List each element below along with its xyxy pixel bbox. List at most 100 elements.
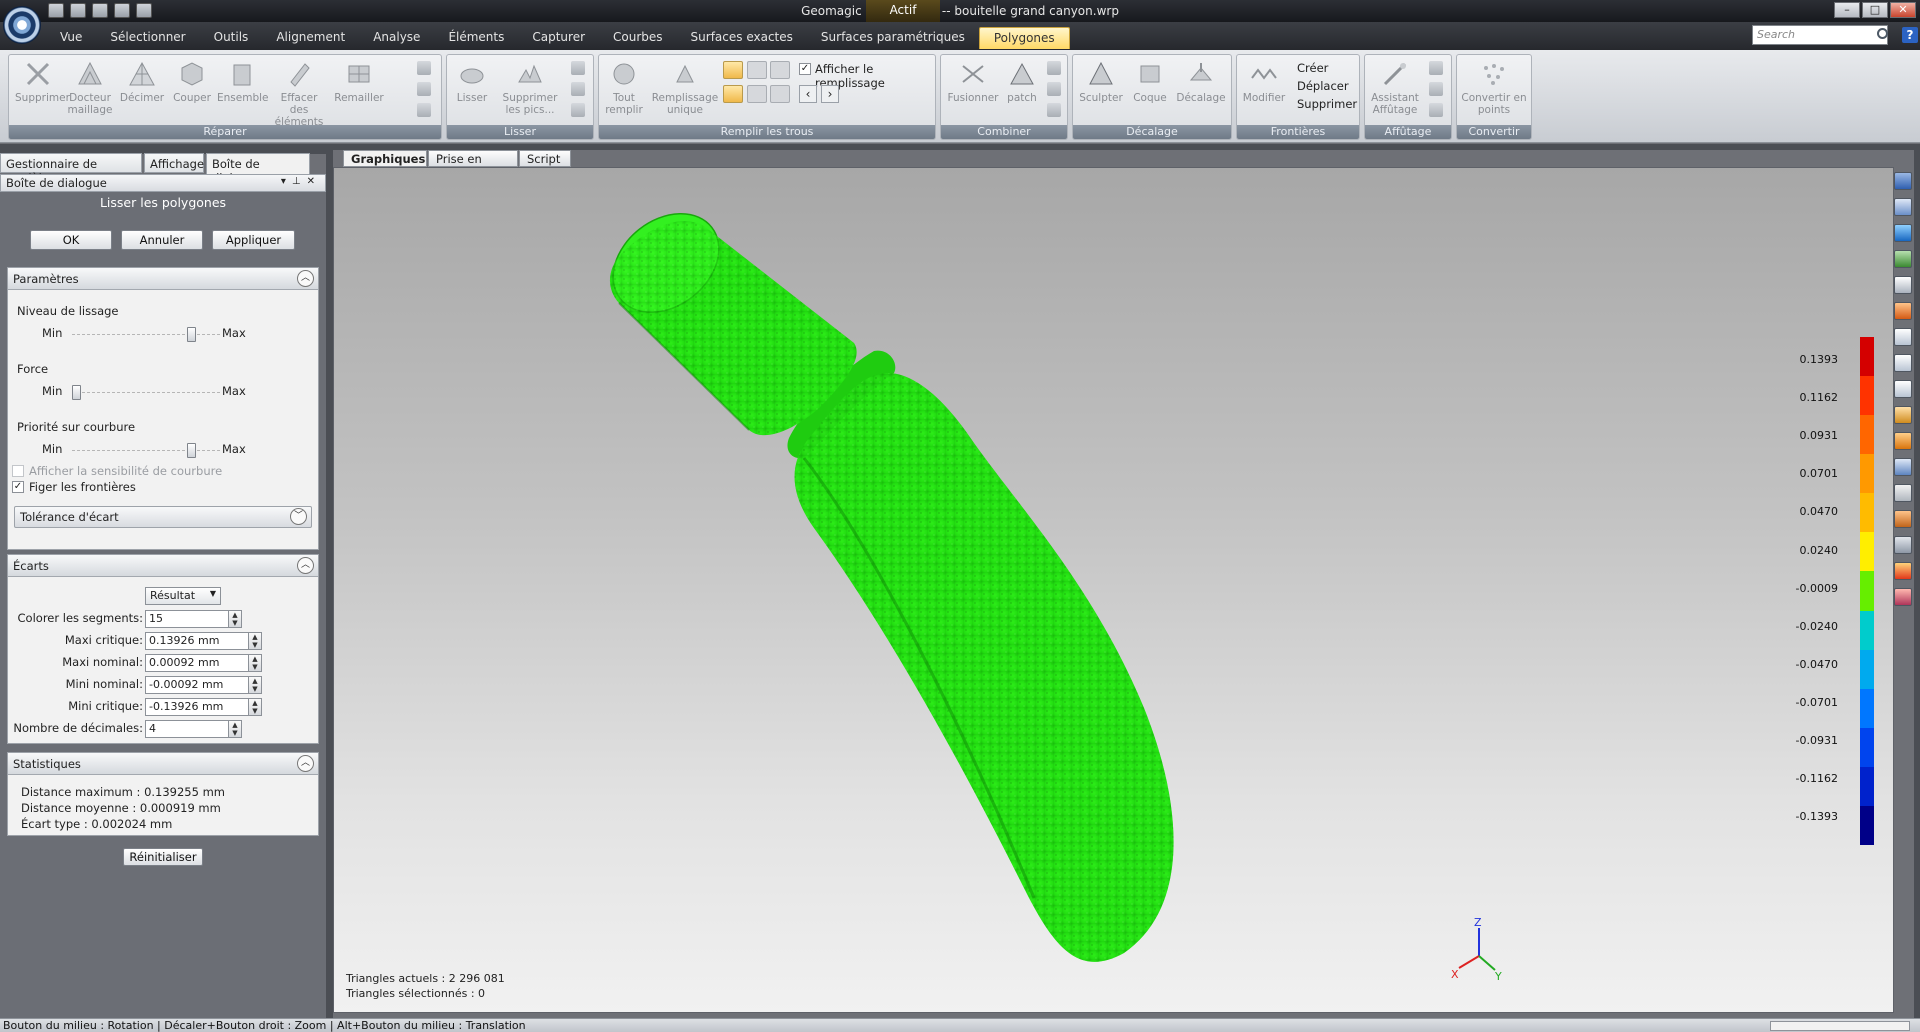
fill-complete-icon[interactable]: [723, 61, 743, 79]
supprimer-pics-button[interactable]: Supprimer les pics...: [495, 59, 565, 116]
tool-icon-10[interactable]: [1429, 61, 1443, 75]
fill-partial-icon[interactable]: [746, 61, 767, 79]
panel-splitter[interactable]: [326, 144, 333, 1018]
fusionner-button[interactable]: Fusionner: [945, 59, 1001, 104]
section-statistiques-header[interactable]: Statistiques ︿: [8, 753, 318, 775]
tab-elements[interactable]: Éléments: [434, 27, 518, 49]
help-icon[interactable]: ?: [1902, 27, 1918, 43]
tolerance-ecart-expander[interactable]: Tolérance d'écart ﹀: [14, 506, 312, 528]
tab-surfaces-parametriques[interactable]: Surfaces paramétriques: [807, 27, 979, 49]
tab-surfaces-exactes[interactable]: Surfaces exactes: [677, 27, 807, 49]
pin-icon[interactable]: ⊥: [292, 176, 307, 187]
decalage-button[interactable]: Décalage: [1175, 59, 1227, 104]
fill-bridge-icon[interactable]: [770, 61, 790, 79]
tool-icon-9[interactable]: [1047, 103, 1061, 117]
panel-menu-icon[interactable]: ▾: [281, 176, 292, 187]
lighting-icon[interactable]: [1894, 302, 1912, 320]
mini-nominal-spinner[interactable]: ▲ ▼: [248, 676, 262, 694]
ecarts-mode-select[interactable]: Résultat ▼: [145, 587, 221, 605]
close-button[interactable]: ✕: [1890, 2, 1916, 18]
palette-icon[interactable]: [1894, 588, 1912, 606]
maxi-critique-spinner[interactable]: ▲ ▼: [248, 632, 262, 650]
tout-remplir-button[interactable]: Tout remplir: [603, 59, 645, 116]
reinitialiser-button[interactable]: Réinitialiser: [123, 848, 203, 866]
tool-icon-6[interactable]: [571, 103, 585, 117]
fill-flat-icon[interactable]: [770, 85, 790, 103]
sensibilite-checkbox[interactable]: [12, 465, 24, 477]
view-cube-icon[interactable]: [1894, 172, 1912, 190]
layer-2-icon[interactable]: [1894, 536, 1912, 554]
bottle-model[interactable]: [334, 168, 1894, 1013]
remailler-button[interactable]: Remailler: [331, 59, 387, 104]
select-lasso-icon[interactable]: [1894, 354, 1912, 372]
tab-selectionner[interactable]: Sélectionner: [96, 27, 199, 49]
tab-outils[interactable]: Outils: [200, 27, 263, 49]
tab-analyse[interactable]: Analyse: [359, 27, 434, 49]
couper-button[interactable]: Couper: [169, 59, 215, 104]
prev-arrow-button[interactable]: ‹: [799, 85, 817, 103]
slider-thumb-priorite[interactable]: [187, 443, 197, 458]
tab-script[interactable]: Script: [519, 150, 571, 167]
zoom-icon[interactable]: [1894, 276, 1912, 294]
next-arrow-button[interactable]: ›: [821, 85, 839, 103]
tool-icon-11[interactable]: [1429, 82, 1443, 96]
docteur-maillage-button[interactable]: Docteur maillage: [65, 59, 115, 116]
remplissage-unique-button[interactable]: Remplissage unique: [651, 59, 719, 116]
tab-capturer[interactable]: Capturer: [518, 27, 599, 49]
section-parametres-header[interactable]: Paramètres ︿: [8, 268, 318, 290]
modifier-button[interactable]: Modifier: [1241, 59, 1287, 104]
expand-down-icon[interactable]: ﹀: [290, 508, 307, 525]
tool-icon-8[interactable]: [1047, 82, 1061, 96]
slider-track-lissage[interactable]: [72, 334, 220, 335]
mini-nominal-input[interactable]: -0.00092 mm: [145, 676, 249, 694]
segments-input[interactable]: 15: [145, 610, 229, 628]
ensemble-button[interactable]: Ensemble: [217, 59, 269, 104]
tool-icon-3[interactable]: [417, 103, 431, 117]
tool-icon-4[interactable]: [571, 61, 585, 75]
tab-vue[interactable]: Vue: [46, 27, 96, 49]
tab-polygones[interactable]: Polygones: [978, 27, 1070, 49]
decimales-spinner[interactable]: ▲ ▼: [228, 720, 242, 738]
effacer-elements-button[interactable]: Effacer des éléments: [271, 59, 327, 128]
select-rectangle-icon[interactable]: [1894, 328, 1912, 346]
collapse-up-icon[interactable]: ︿: [297, 270, 314, 287]
segments-spinner[interactable]: ▲ ▼: [228, 610, 242, 628]
supprimer-button[interactable]: Supprimer: [15, 59, 70, 104]
fit-view-icon[interactable]: [1894, 224, 1912, 242]
tab-graphiques[interactable]: Graphiques: [343, 150, 427, 167]
fill-curvature-icon[interactable]: [723, 85, 743, 103]
collapse-up-icon[interactable]: ︿: [297, 557, 314, 574]
sculpter-button[interactable]: Sculpter: [1077, 59, 1125, 104]
tool-icon-2[interactable]: [417, 82, 431, 96]
panel-close-icon[interactable]: ✕: [307, 176, 321, 187]
creer-menu-item[interactable]: Créer: [1297, 61, 1328, 75]
select-line-icon[interactable]: [1894, 380, 1912, 398]
fill-tangent-icon[interactable]: [746, 85, 767, 103]
slider-track-force[interactable]: [72, 392, 220, 393]
appliquer-button[interactable]: Appliquer: [212, 230, 295, 250]
search-icon[interactable]: [1877, 28, 1888, 39]
afficher-remplissage-checkbox[interactable]: ✓: [799, 63, 811, 75]
tab-affichage[interactable]: Affichage: [144, 153, 204, 173]
select-visible-icon[interactable]: [1894, 484, 1912, 502]
supprimer-menu-item[interactable]: Supprimer: [1297, 97, 1357, 111]
coque-button[interactable]: Coque: [1127, 59, 1173, 104]
mini-critique-spinner[interactable]: ▲ ▼: [248, 698, 262, 716]
eye-icon[interactable]: [1894, 250, 1912, 268]
figer-frontieres-checkbox[interactable]: ✓: [12, 481, 24, 493]
annuler-button[interactable]: Annuler: [121, 230, 203, 250]
search-input[interactable]: Search: [1752, 25, 1888, 45]
collapse-up-icon[interactable]: ︿: [297, 755, 314, 772]
select-custom-icon[interactable]: [1894, 432, 1912, 450]
decimer-button[interactable]: Décimer: [119, 59, 165, 104]
tab-courbes[interactable]: Courbes: [599, 27, 677, 49]
maxi-critique-input[interactable]: 0.13926 mm: [145, 632, 249, 650]
tab-prise-en-main[interactable]: Prise en main: [428, 150, 518, 180]
slider-thumb-lissage[interactable]: [187, 327, 197, 342]
maxi-nominal-spinner[interactable]: ▲ ▼: [248, 654, 262, 672]
tab-gestionnaire-modeles[interactable]: Gestionnaire de modèles: [0, 153, 142, 185]
maximize-button[interactable]: □: [1862, 2, 1888, 18]
select-through-icon[interactable]: [1894, 458, 1912, 476]
color-map-icon[interactable]: [1894, 562, 1912, 580]
layer-icon[interactable]: [1894, 510, 1912, 528]
